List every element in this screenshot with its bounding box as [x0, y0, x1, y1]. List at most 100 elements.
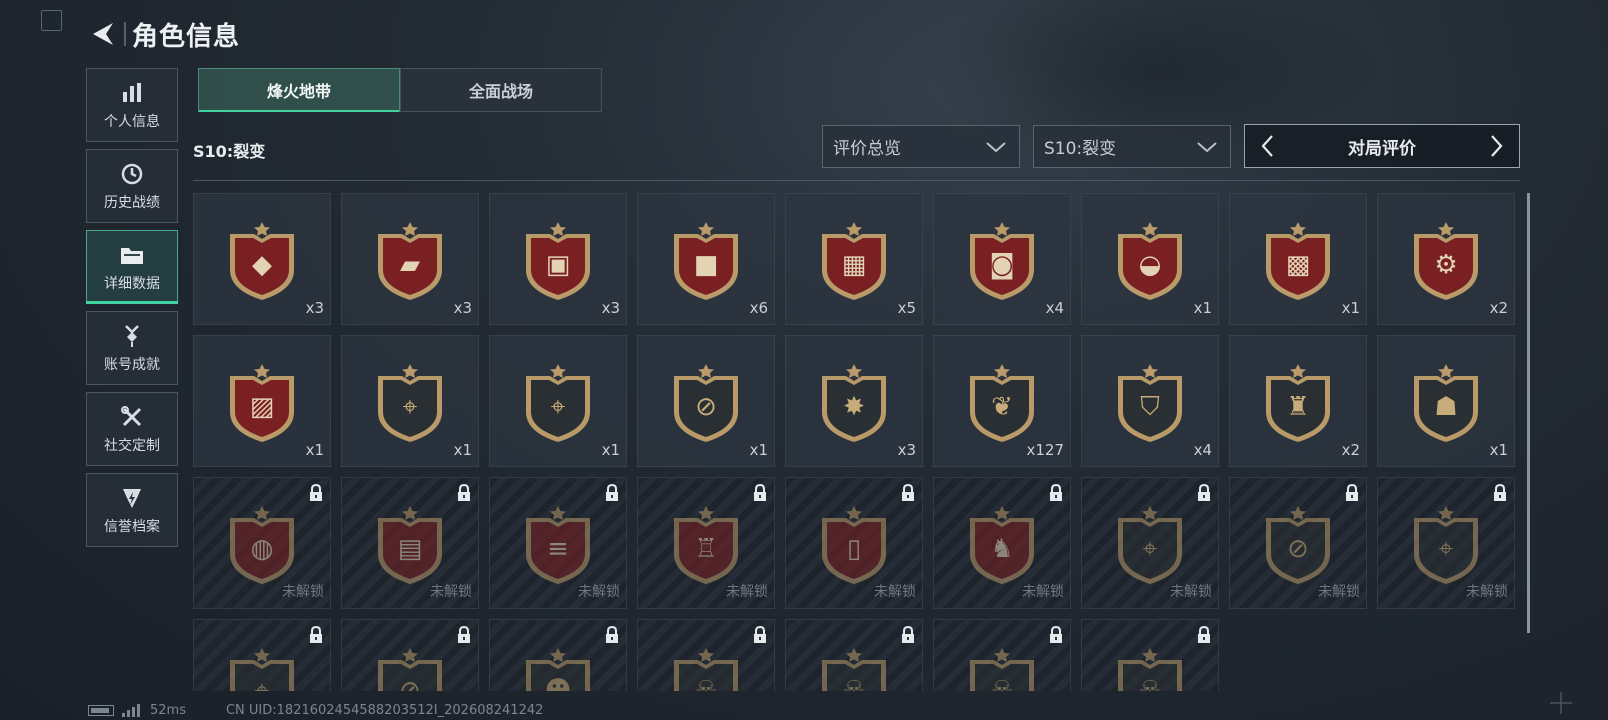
- badge-emblem: ⌖: [376, 364, 444, 444]
- lock-status: 未解锁: [282, 584, 324, 600]
- lock-status: 未解锁: [1318, 584, 1360, 600]
- badge-cell[interactable]: ⚙ x2: [1377, 193, 1515, 325]
- badge-cell[interactable]: ≡ 未解锁: [489, 477, 627, 609]
- badge-cell[interactable]: ◒ x1: [1081, 193, 1219, 325]
- badge-cell[interactable]: ☻: [489, 619, 627, 691]
- badge-cell[interactable]: ♞ 未解锁: [933, 477, 1071, 609]
- sidebar-item-social[interactable]: 社交定制: [86, 392, 178, 466]
- explosion-icon: ✸: [843, 392, 865, 422]
- rifle-target-icon: ⌖: [254, 676, 270, 691]
- back-button[interactable]: [86, 16, 120, 52]
- badge-cell[interactable]: ⊘ x1: [637, 335, 775, 467]
- chess-board-icon: ▩: [1285, 250, 1311, 280]
- badge-cell[interactable]: ⛉ x4: [1081, 335, 1219, 467]
- badge-emblem: ▰: [376, 222, 444, 302]
- badge-cell[interactable]: ☠: [785, 619, 923, 691]
- badge-cell[interactable]: ☠: [933, 619, 1071, 691]
- sidebar-item-detailed-data[interactable]: 详细数据: [86, 230, 178, 304]
- lock-icon: [604, 483, 620, 502]
- badge-emblem: ⌖: [228, 648, 296, 691]
- sidebar-item-label: 历史战绩: [104, 195, 160, 211]
- lock-icon: [308, 483, 324, 502]
- badge-cell[interactable]: ☗ x1: [1377, 335, 1515, 467]
- badge-emblem: ⊘: [672, 364, 740, 444]
- sidebar-item-label: 信誉档案: [104, 519, 160, 535]
- badge-cell[interactable]: ▯ 未解锁: [785, 477, 923, 609]
- chevron-down-icon: [986, 141, 1006, 152]
- back-arrow-icon: [93, 23, 113, 45]
- badge-cell[interactable]: ▩ x1: [1229, 193, 1367, 325]
- computer-icon: ▣: [545, 250, 571, 280]
- badge-cell[interactable]: ✸ x3: [785, 335, 923, 467]
- lock-status: 未解锁: [578, 584, 620, 600]
- badge-cell[interactable]: ⌖: [193, 619, 331, 691]
- lock-status: 未解锁: [1170, 584, 1212, 600]
- badge-cell[interactable]: ⌖ 未解锁: [1377, 477, 1515, 609]
- sidebar: 个人信息 历史战绩 详细数据 账号成就 社交定制 信誉档案: [86, 68, 178, 554]
- rifle-target-icon: ⌖: [550, 392, 566, 422]
- badge-cell[interactable]: ◍ 未解锁: [193, 477, 331, 609]
- tab-hazard-zone[interactable]: 烽火地带: [198, 68, 400, 112]
- badge-cell[interactable]: ⌖ x1: [489, 335, 627, 467]
- badge-cell[interactable]: ▨ x1: [193, 335, 331, 467]
- badge-emblem: ≡: [524, 506, 592, 586]
- lock-status: 未解锁: [1466, 584, 1508, 600]
- sidebar-item-history[interactable]: 历史战绩: [86, 149, 178, 223]
- badge-cell[interactable]: ▦ x5: [785, 193, 923, 325]
- medal-icon: [120, 322, 144, 350]
- badge-emblem: ▣: [524, 222, 592, 302]
- header-divider: [124, 22, 126, 46]
- badge-emblem: ▩: [1264, 222, 1332, 302]
- season-dropdown[interactable]: S10:裂变: [1033, 125, 1231, 168]
- badge-cell[interactable]: ☠: [637, 619, 775, 691]
- badge-cell[interactable]: ☠: [1081, 619, 1219, 691]
- sidebar-item-credit[interactable]: 信誉档案: [86, 473, 178, 547]
- badge-emblem: ☻: [524, 648, 592, 691]
- capsule-icon: ▯: [846, 534, 862, 564]
- badge-count: x127: [1026, 441, 1064, 459]
- section-divider: [193, 180, 1520, 181]
- badge-cell[interactable]: ▰ x3: [341, 193, 479, 325]
- badge-count: x1: [1489, 441, 1508, 459]
- lock-icon: [900, 625, 916, 644]
- scrollbar-thumb[interactable]: [1527, 193, 1530, 633]
- header: 角色信息: [86, 14, 240, 54]
- badge-cell[interactable]: ⊘ 未解锁: [1229, 477, 1367, 609]
- badge-cell[interactable]: ⊘: [341, 619, 479, 691]
- overview-dropdown[interactable]: 评价总览: [822, 125, 1020, 168]
- diamond-icon: ◆: [252, 250, 272, 280]
- sidebar-item-personal-info[interactable]: 个人信息: [86, 68, 178, 142]
- credit-icon: [120, 484, 144, 512]
- sidebar-item-label: 详细数据: [104, 276, 160, 292]
- tab-full-battlefield[interactable]: 全面战场: [400, 68, 602, 112]
- badge-emblem: ❦: [968, 364, 1036, 444]
- pager-prev-button[interactable]: [1257, 132, 1277, 160]
- sidebar-item-label: 账号成就: [104, 357, 160, 373]
- bars-icon: ≡: [547, 534, 569, 564]
- badge-cell[interactable]: ♜ x2: [1229, 335, 1367, 467]
- sidebar-item-achievements[interactable]: 账号成就: [86, 311, 178, 385]
- badge-cell[interactable]: ■ x6: [637, 193, 775, 325]
- badge-emblem: ■: [672, 222, 740, 302]
- badge-cell[interactable]: ❦ x127: [933, 335, 1071, 467]
- badge-emblem: ☠: [1116, 648, 1184, 691]
- badge-cell[interactable]: ▤ 未解锁: [341, 477, 479, 609]
- page-title: 角色信息: [132, 21, 241, 52]
- badge-cell[interactable]: ♖ 未解锁: [637, 477, 775, 609]
- badge-cell[interactable]: ⌖ x1: [341, 335, 479, 467]
- badge-cell[interactable]: ◆ x3: [193, 193, 331, 325]
- badge-count: x4: [1045, 299, 1064, 317]
- badge-count: x1: [305, 441, 324, 459]
- badge-cell[interactable]: ⌖ 未解锁: [1081, 477, 1219, 609]
- badge-count: x3: [897, 441, 916, 459]
- status-footer: 52ms CN UID:1821602454588203512I_2026082…: [88, 703, 543, 718]
- pager-next-button[interactable]: [1487, 132, 1507, 160]
- badge-cell[interactable]: ◙ x4: [933, 193, 1071, 325]
- corner-checkbox[interactable]: [41, 10, 62, 31]
- gold-helmet-icon: ◒: [1138, 250, 1162, 280]
- badge-cell[interactable]: ▣ x3: [489, 193, 627, 325]
- lock-icon: [456, 483, 472, 502]
- rifle-target-icon: ⌖: [1142, 534, 1158, 564]
- lock-icon: [456, 625, 472, 644]
- chevron-down-icon: [1197, 141, 1217, 152]
